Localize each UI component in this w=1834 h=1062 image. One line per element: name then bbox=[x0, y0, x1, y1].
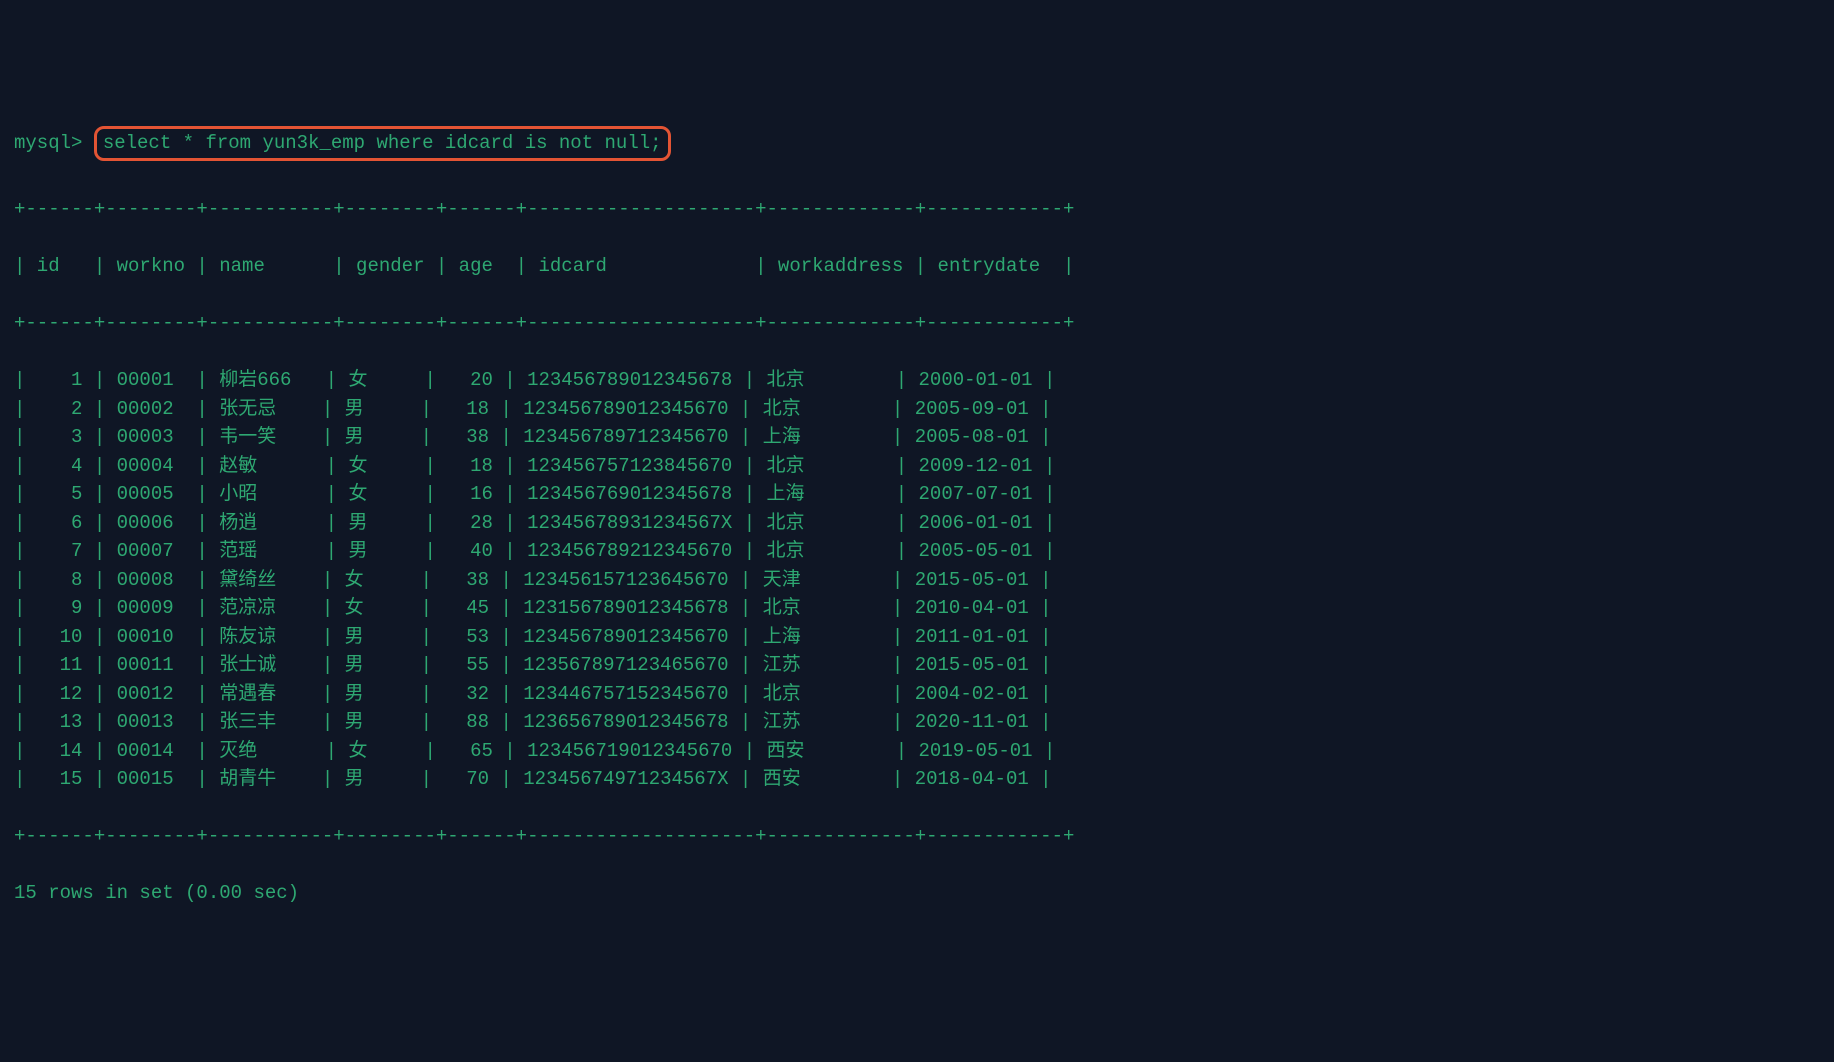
mysql-prompt: mysql> bbox=[14, 129, 94, 158]
table-row: | 3 | 00003 | 韦一笑 | 男 | 38 | 12345678971… bbox=[14, 423, 1820, 452]
table-row: | 11 | 00011 | 张士诚 | 男 | 55 | 1235678971… bbox=[14, 651, 1820, 680]
table-header: | id | workno | name | gender | age | id… bbox=[14, 252, 1820, 281]
table-row: | 15 | 00015 | 胡青牛 | 男 | 70 | 1234567497… bbox=[14, 765, 1820, 794]
sql-prompt-line: mysql> select * from yun3k_emp where idc… bbox=[14, 126, 1820, 161]
table-rows-container: | 1 | 00001 | 柳岩666 | 女 | 20 | 123456789… bbox=[14, 366, 1820, 794]
table-row: | 10 | 00010 | 陈友谅 | 男 | 53 | 1234567890… bbox=[14, 623, 1820, 652]
table-border-mid: +------+--------+-----------+--------+--… bbox=[14, 309, 1820, 338]
table-row: | 13 | 00013 | 张三丰 | 男 | 88 | 1236567890… bbox=[14, 708, 1820, 737]
table-border-bot: +------+--------+-----------+--------+--… bbox=[14, 822, 1820, 851]
table-row: | 12 | 00012 | 常遇春 | 男 | 32 | 1234467571… bbox=[14, 680, 1820, 709]
result-footer: 15 rows in set (0.00 sec) bbox=[14, 879, 1820, 908]
table-row: | 8 | 00008 | 黛绮丝 | 女 | 38 | 12345615712… bbox=[14, 566, 1820, 595]
table-row: | 1 | 00001 | 柳岩666 | 女 | 20 | 123456789… bbox=[14, 366, 1820, 395]
table-row: | 9 | 00009 | 范凉凉 | 女 | 45 | 12315678901… bbox=[14, 594, 1820, 623]
table-row: | 6 | 00006 | 杨逍 | 男 | 28 | 123456789312… bbox=[14, 509, 1820, 538]
sql-query-highlight: select * from yun3k_emp where idcard is … bbox=[94, 126, 671, 161]
table-row: | 2 | 00002 | 张无忌 | 男 | 18 | 12345678901… bbox=[14, 395, 1820, 424]
table-row: | 14 | 00014 | 灭绝 | 女 | 65 | 12345671901… bbox=[14, 737, 1820, 766]
table-border-top: +------+--------+-----------+--------+--… bbox=[14, 195, 1820, 224]
table-row: | 4 | 00004 | 赵敏 | 女 | 18 | 123456757123… bbox=[14, 452, 1820, 481]
sql-query: select * from yun3k_emp where idcard is … bbox=[103, 132, 662, 154]
table-row: | 7 | 00007 | 范瑶 | 男 | 40 | 123456789212… bbox=[14, 537, 1820, 566]
table-row: | 5 | 00005 | 小昭 | 女 | 16 | 123456769012… bbox=[14, 480, 1820, 509]
